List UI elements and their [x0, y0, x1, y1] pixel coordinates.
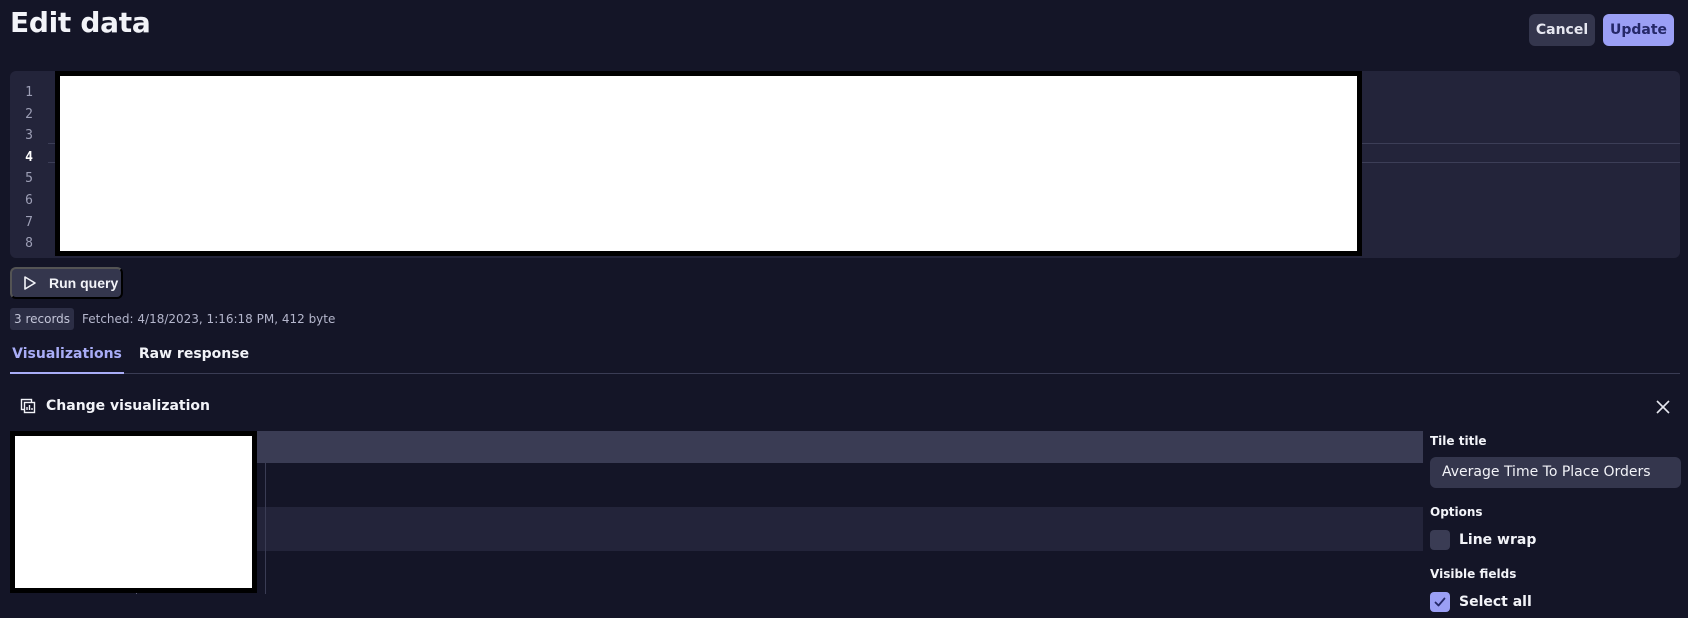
records-badge: 3 records — [10, 308, 75, 330]
line-wrap-label: Line wrap — [1459, 532, 1537, 548]
play-icon — [24, 276, 36, 290]
visible-fields-label: Visible fields — [1430, 567, 1517, 581]
run-query-button[interactable]: Run query — [10, 267, 123, 299]
column-divider[interactable] — [265, 463, 266, 594]
line-wrap-option[interactable]: Line wrap — [1430, 529, 1681, 551]
redacted-table-area — [10, 431, 257, 593]
query-editor[interactable]: 1 2 3 4 5 6 7 8 — [10, 71, 1680, 258]
line-number-active: 4 — [25, 149, 33, 165]
tile-title-label: Tile title — [1430, 434, 1487, 448]
line-number: 6 — [25, 192, 33, 208]
run-query-label: Run query — [49, 275, 119, 291]
select-all-checkbox[interactable] — [1430, 592, 1450, 612]
settings-panel: Tile title Average Time To Place Orders … — [1430, 434, 1681, 613]
tab-raw-response[interactable]: Raw response — [134, 340, 254, 374]
select-all-label: Select all — [1459, 594, 1532, 610]
options-label: Options — [1430, 505, 1483, 519]
checkmark-icon — [1434, 597, 1446, 607]
fetched-status: Fetched: 4/18/2023, 1:16:18 PM, 412 byte — [82, 312, 336, 326]
cancel-button[interactable]: Cancel — [1529, 14, 1595, 46]
line-number: 5 — [25, 171, 33, 187]
select-all-option[interactable]: Select all — [1430, 591, 1681, 613]
line-number: 3 — [25, 128, 33, 144]
close-icon[interactable] — [1654, 398, 1672, 416]
edit-data-page: Edit data Cancel Update 1 2 3 4 5 6 7 8 … — [0, 0, 1688, 618]
tile-title-input[interactable]: Average Time To Place Orders — [1430, 457, 1681, 488]
line-number: 1 — [25, 85, 33, 100]
change-visualization-label: Change visualization — [46, 398, 210, 414]
line-number: 8 — [25, 236, 33, 252]
update-button[interactable]: Update — [1603, 14, 1674, 46]
page-title: Edit data — [10, 6, 151, 39]
tab-visualizations[interactable]: Visualizations — [10, 340, 124, 374]
line-number: 7 — [25, 214, 33, 230]
line-number-gutter: 1 2 3 4 5 6 7 8 — [10, 82, 48, 255]
line-wrap-checkbox[interactable] — [1430, 530, 1450, 550]
visualization-icon — [20, 398, 36, 414]
result-table — [10, 431, 1423, 594]
change-visualization-button[interactable]: Change visualization — [20, 396, 210, 416]
redacted-code-area[interactable] — [55, 71, 1362, 256]
result-tabs: Visualizations Raw response — [10, 340, 1680, 374]
line-number: 2 — [25, 106, 33, 122]
